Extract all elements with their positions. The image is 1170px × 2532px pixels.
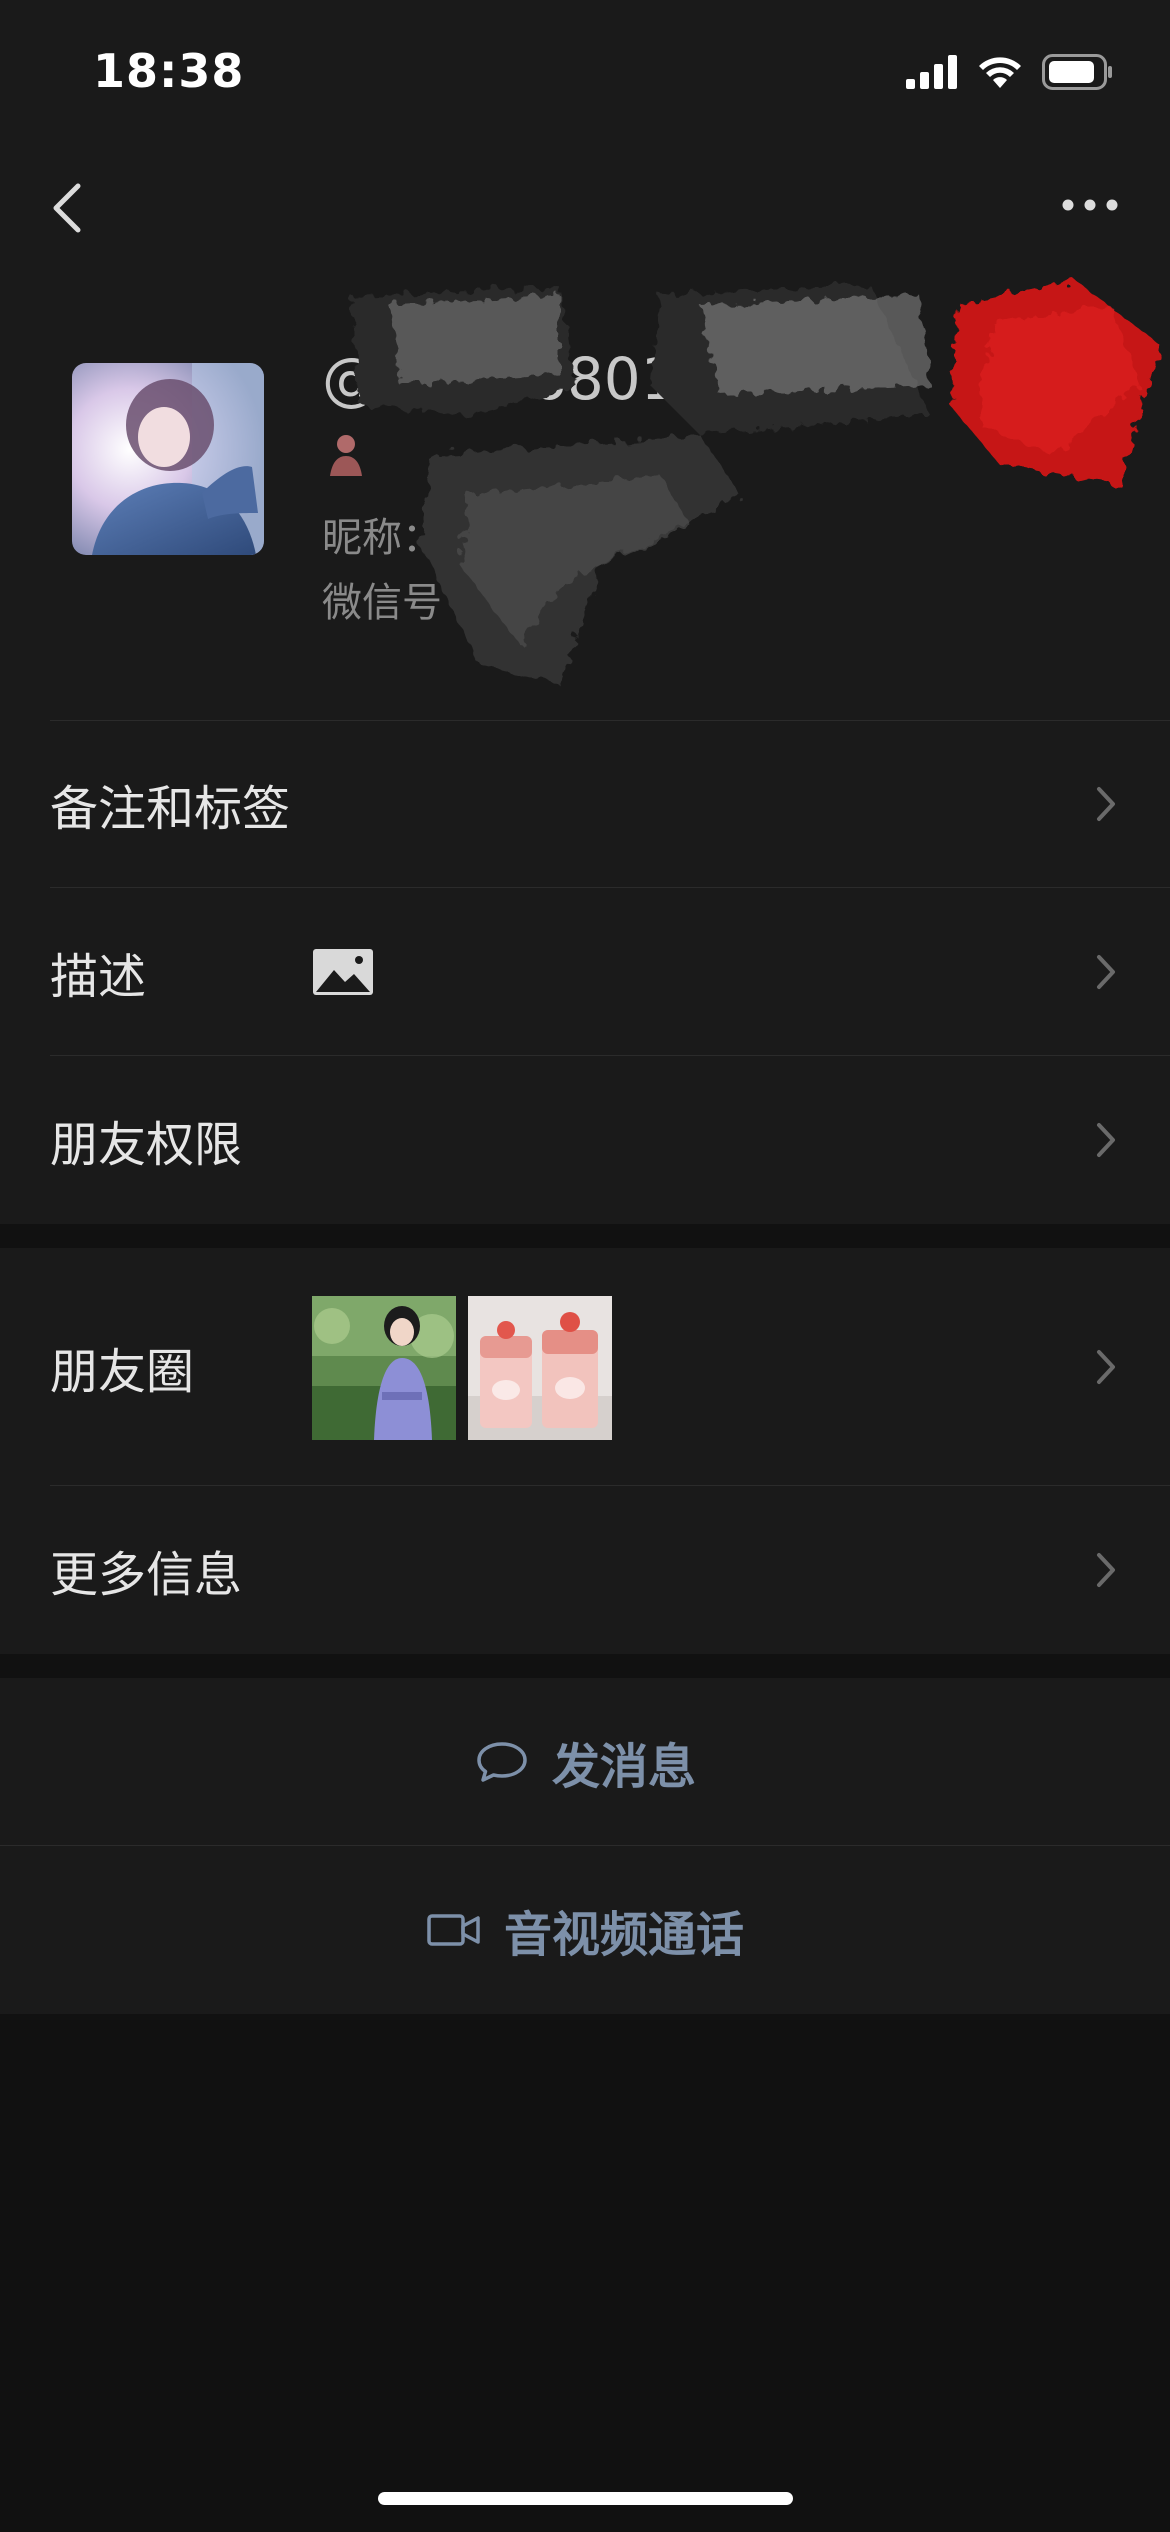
signal-icon	[906, 55, 957, 89]
chevron-right-icon	[1097, 1350, 1115, 1384]
row-description[interactable]: 描述	[0, 888, 1170, 1056]
row-more-info[interactable]: 更多信息	[0, 1486, 1170, 1654]
row-remarks-tags[interactable]: 备注和标签	[0, 720, 1170, 888]
home-indicator[interactable]	[378, 2492, 793, 2505]
status-bar: 18:38	[0, 0, 1170, 150]
voice-video-call-label: 音视频通话	[503, 1907, 744, 1963]
status-time: 18:38	[93, 44, 245, 98]
profile-header: @6801 昵称： 微信号	[0, 265, 1170, 720]
chevron-right-icon	[1097, 1553, 1115, 1587]
status-icons	[906, 52, 1114, 92]
send-message-button[interactable]: 发消息	[0, 1678, 1170, 1846]
info-group: 备注和标签 描述 朋友权限	[0, 720, 1170, 1224]
row-moments[interactable]: 朋友圈	[0, 1248, 1170, 1486]
row-friend-permissions[interactable]: 朋友权限	[0, 1056, 1170, 1224]
profile-name: @6801	[322, 345, 678, 413]
gender-icon	[330, 435, 362, 476]
chevron-left-icon[interactable]	[44, 178, 94, 238]
row-label: 更多信息	[50, 1547, 243, 1603]
moments-group: 朋友圈 更多信息	[0, 1248, 1170, 1654]
row-label: 朋友权限	[50, 1117, 243, 1173]
chevron-right-icon	[1097, 787, 1115, 821]
chevron-right-icon	[1097, 955, 1115, 989]
moments-thumbnail	[312, 1296, 456, 1440]
row-label: 朋友圈	[50, 1344, 195, 1400]
row-label: 备注和标签	[50, 781, 291, 837]
battery-icon	[1042, 54, 1112, 90]
wifi-icon	[979, 57, 1021, 88]
chat-bubble-icon	[477, 1742, 527, 1782]
image-icon	[313, 949, 373, 995]
video-camera-icon	[427, 1914, 480, 1946]
row-label: 描述	[50, 949, 147, 1005]
avatar[interactable]	[72, 363, 264, 555]
chevron-right-icon	[1097, 1123, 1115, 1157]
wechat-id-label: 微信号	[322, 580, 442, 626]
nickname-label: 昵称：	[322, 515, 442, 561]
action-group: 发消息 音视频通话	[0, 1678, 1170, 2014]
voice-video-call-button[interactable]: 音视频通话	[0, 1846, 1170, 2014]
contact-profile-screen: 18:38 @ 6801 昵称： 微信号 备注和标签 描述 朋友权限 朋友圈 更…	[0, 0, 1170, 2532]
moments-thumbnail	[468, 1296, 612, 1440]
nav-bar	[0, 150, 1170, 265]
profile-name-prefix: @	[322, 345, 380, 413]
send-message-label: 发消息	[551, 1739, 696, 1795]
moments-thumbnails	[312, 1296, 612, 1440]
more-dots-icon[interactable]	[1060, 190, 1120, 220]
profile-name-digits: 6801	[530, 345, 678, 413]
